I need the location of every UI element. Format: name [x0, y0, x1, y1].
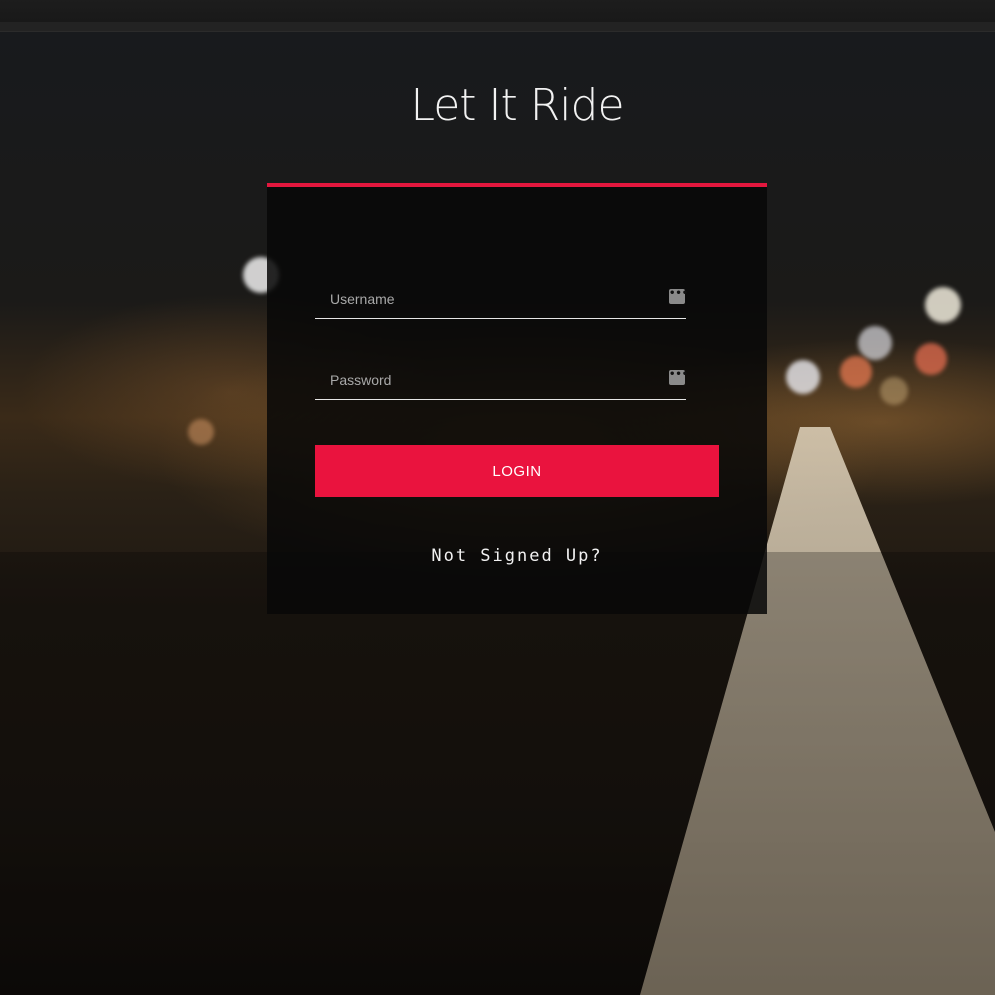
- browser-toolbar: [0, 0, 995, 32]
- bokeh-light: [840, 356, 872, 388]
- more-dots-icon[interactable]: •••: [669, 289, 688, 304]
- signup-link[interactable]: Not Signed Up?: [267, 546, 767, 566]
- bokeh-light: [915, 343, 947, 375]
- bokeh-light: [858, 326, 892, 360]
- bokeh-light: [188, 419, 214, 445]
- login-card: ••• ••• LOGIN Not Signed Up?: [267, 183, 767, 614]
- password-input[interactable]: [315, 365, 670, 395]
- password-field[interactable]: •••: [315, 365, 688, 400]
- page-title: Let It Ride: [410, 80, 624, 131]
- bokeh-light: [880, 377, 908, 405]
- username-input[interactable]: [315, 284, 670, 314]
- bokeh-light: [786, 360, 820, 394]
- username-field[interactable]: •••: [315, 284, 688, 319]
- browser-toolbar-strip: [0, 22, 995, 31]
- login-button[interactable]: LOGIN: [315, 445, 719, 497]
- more-dots-icon[interactable]: •••: [669, 370, 688, 385]
- bokeh-light: [925, 287, 961, 323]
- road-shadow-left: [0, 552, 995, 995]
